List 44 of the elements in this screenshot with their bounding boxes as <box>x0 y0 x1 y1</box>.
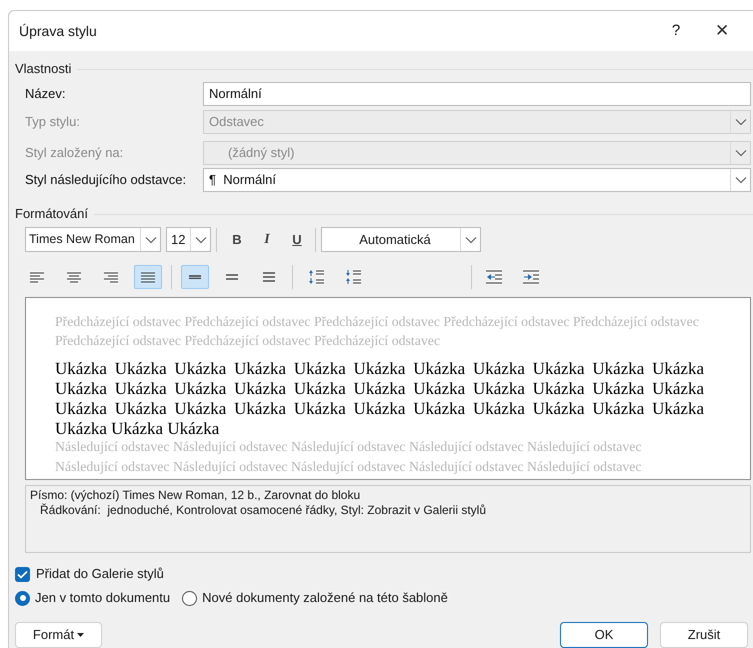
bold-button[interactable]: B <box>225 228 249 252</box>
align-justify-icon <box>141 272 155 282</box>
field-label: Název: <box>25 84 66 103</box>
window-title: Úprava stylu <box>19 22 97 41</box>
align-justify-button[interactable] <box>134 265 162 289</box>
align-right-icon <box>104 272 118 282</box>
outdent-icon <box>486 270 502 284</box>
line-spacing-icon <box>189 274 201 280</box>
line-spacing-icon <box>263 272 275 282</box>
font-dropdown[interactable]: Times New Roman <box>25 227 161 252</box>
italic-button[interactable]: I <box>255 228 279 252</box>
line-spacing-icon <box>226 274 238 280</box>
caret-icon <box>77 633 84 637</box>
field-label: Styl následujícího odstavce: <box>25 170 188 189</box>
preview-text: Předcházející odstavec Předcházející odstavec Předcházející odstavec Předcházející odstavec Předcházející odstavec Předcházející odstavec Předcházející odstavec Předcházející odstavec <box>55 313 700 350</box>
checkbox-label: Přidat do Galerie stylů <box>36 565 164 584</box>
indent-icon <box>523 270 539 284</box>
close-button[interactable]: ✕ <box>707 16 737 46</box>
sample-text: Ukázka Ukázka Ukázka Ukázka Ukázka Ukázka Ukázka Ukázka Ukázka Ukázka Ukázka Ukázka Ukázka Ukázka Ukázka Ukázka Ukázka Ukázka Ukázka Ukázka Ukázka Ukázka Ukázka Ukázka Ukázka Ukázka Ukázka Ukázka Ukázka Ukázka Ukázka Ukázka Ukázka Ukázka Ukázka Ukázka <box>55 359 704 439</box>
style-description: Písmo: (výchozí) Times New Roman, 12 b., Zarovnat do bloku Řádkování: jednoduché, Kontrolovat osamocené řádky, Styl: Zobrazit v Galerii stylů <box>25 485 751 553</box>
size-dropdown[interactable]: 12 <box>166 227 211 252</box>
radio-button[interactable] <box>182 590 198 606</box>
dropdown-field[interactable]: ¶ Normální <box>203 168 751 192</box>
spacing-arrows-icon <box>345 270 361 284</box>
color-dropdown[interactable]: Automatická <box>321 227 481 252</box>
align-left-icon <box>30 272 44 282</box>
align-center-icon <box>67 272 81 282</box>
spacing-arrows-icon <box>308 270 324 284</box>
field-label: Typ stylu: <box>25 112 81 131</box>
field-label: Styl založený na: <box>25 144 124 162</box>
section-label: Formátování <box>15 204 88 222</box>
input-field[interactable]: Normální <box>203 82 751 106</box>
cancel-button[interactable]: Zrušit <box>660 622 748 648</box>
preview-text: Následující odstavec Následující odstavec Následující odstavec Následující odstavec Následující odstavec Následující odstavec Následující odstavec Následující odstavec Následující odstavec Následující odstavec <box>55 438 643 476</box>
format-button[interactable]: Formát <box>15 622 102 648</box>
line-spacing-button[interactable] <box>181 265 209 289</box>
ok-button[interactable]: OK <box>560 622 648 648</box>
section-label: Vlastnosti <box>15 60 72 78</box>
checkbox[interactable] <box>15 566 30 582</box>
help-button[interactable]: ? <box>661 16 691 46</box>
radio-label: Jen v tomto dokumentu <box>35 589 170 608</box>
underline-button[interactable]: U <box>285 228 309 252</box>
radio-label: Nové dokumenty založené na této šabloně <box>202 589 448 608</box>
radio-button[interactable] <box>15 590 30 606</box>
